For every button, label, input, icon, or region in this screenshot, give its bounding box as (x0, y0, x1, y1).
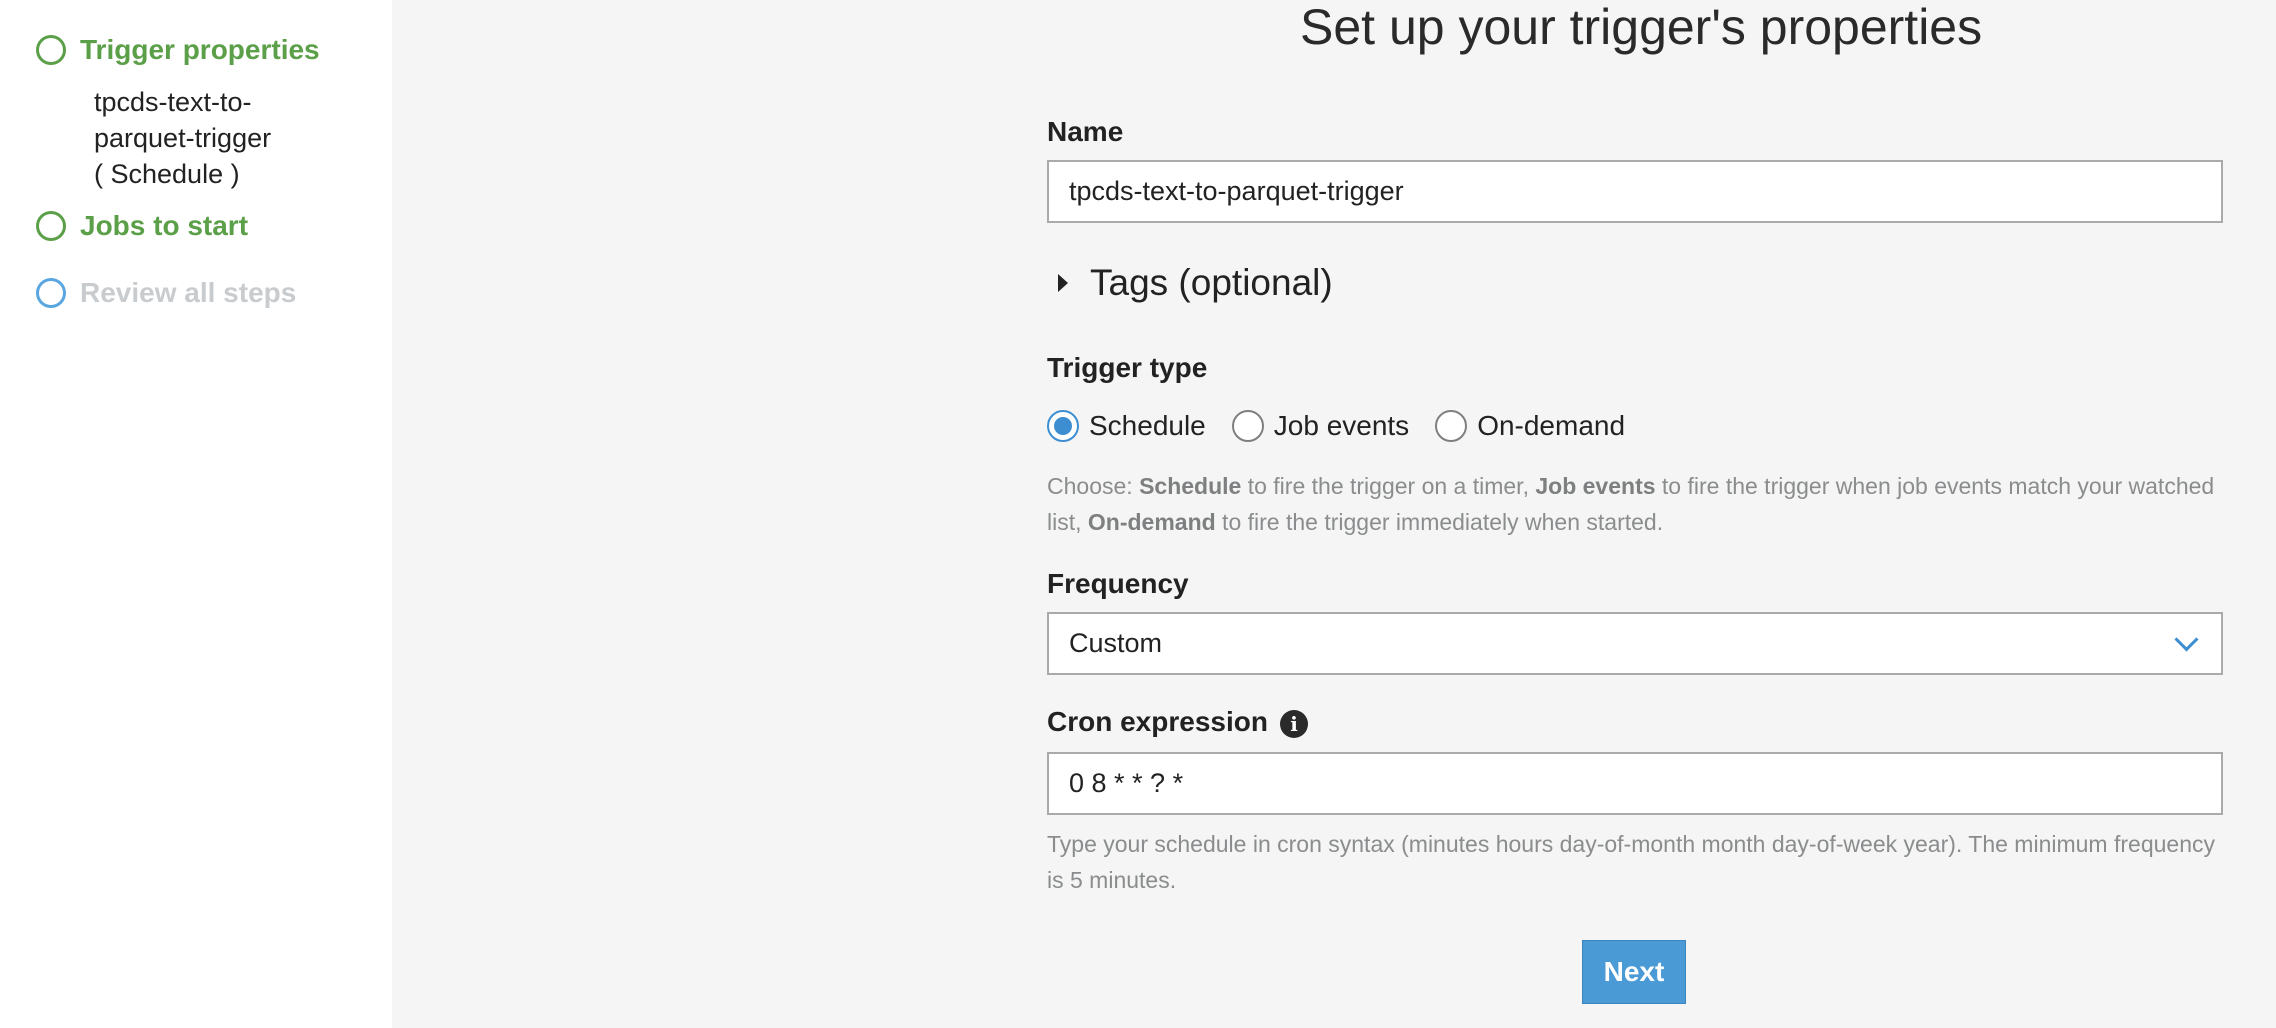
step-detail-line: tpcds-text-to- (94, 87, 252, 117)
radio-label: Schedule (1089, 410, 1206, 441)
step-detail-line: parquet-trigger (94, 123, 272, 153)
frequency-selected-value: Custom (1069, 628, 1163, 658)
cron-expression-input[interactable] (1047, 752, 2223, 815)
radio-label: On-demand (1477, 410, 1626, 441)
radio-checked-icon[interactable] (1047, 410, 1079, 442)
frequency-label: Frequency (1047, 568, 1189, 599)
next-button[interactable]: Next (1582, 940, 1686, 1004)
chevron-down-icon (2174, 627, 2199, 652)
step-trigger-properties[interactable]: Trigger properties (36, 34, 320, 66)
name-input[interactable] (1047, 160, 2223, 223)
trigger-type-help: Choose: Schedule to fire the trigger on … (1047, 468, 2227, 540)
page-title: Set up your trigger's properties (1300, 0, 1983, 55)
help-text: to fire the trigger on a timer, (1241, 473, 1536, 499)
radio-job-events[interactable]: Job events (1231, 410, 1410, 442)
step-label: Trigger properties (80, 34, 320, 65)
cron-help: Type your schedule in cron syntax (minut… (1047, 831, 2215, 893)
help-text: Choose: (1047, 473, 1140, 499)
step-circle-icon (36, 211, 66, 241)
step-detail: tpcds-text-to- parquet-trigger ( Schedul… (94, 84, 271, 192)
radio-unchecked-icon[interactable] (1435, 410, 1468, 442)
help-bold-term: On-demand (1087, 509, 1216, 535)
radio-label: Job events (1273, 410, 1410, 441)
step-label: Jobs to start (80, 210, 249, 241)
trigger-type-label: Trigger type (1047, 352, 1208, 383)
help-bold-term: Job events (1535, 473, 1656, 499)
cron-expression-label: Cron expression (1047, 706, 1268, 737)
step-review-all-steps[interactable]: Review all steps (36, 277, 296, 309)
tags-toggle[interactable]: Tags (optional) (1058, 262, 1333, 304)
help-bold-term: Schedule (1139, 473, 1242, 499)
radio-on-demand[interactable]: On-demand (1435, 410, 1625, 442)
step-circle-icon (36, 35, 66, 65)
radio-unchecked-icon[interactable] (1231, 410, 1264, 442)
wizard-sidebar: Trigger properties tpcds-text-to- parque… (0, 0, 392, 1028)
step-jobs-to-start[interactable]: Jobs to start (36, 210, 248, 242)
name-label: Name (1047, 116, 1124, 147)
step-label: Review all steps (80, 277, 297, 308)
step-detail-line: ( Schedule ) (94, 159, 240, 189)
trigger-type-radio-group: Schedule Job events On-demand (1047, 410, 1651, 442)
frequency-select[interactable]: Custom (1047, 612, 2223, 675)
caret-right-icon (1058, 274, 1068, 292)
help-text: to fire the trigger immediately when sta… (1215, 509, 1664, 535)
info-icon[interactable]: i (1280, 710, 1308, 738)
step-circle-icon (36, 278, 66, 308)
tags-label: Tags (optional) (1090, 262, 1333, 303)
radio-schedule[interactable]: Schedule (1047, 410, 1206, 442)
